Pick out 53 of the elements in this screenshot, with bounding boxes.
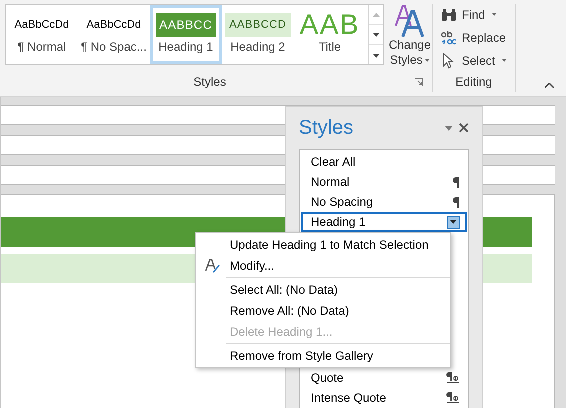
- caret-icon: [450, 220, 457, 224]
- group-label: Editing: [456, 74, 492, 91]
- style-preview: AaBbCcDd: [86, 18, 142, 33]
- dialog-launcher-icon[interactable]: [415, 78, 423, 86]
- editing-button[interactable]: Replace: [440, 28, 515, 47]
- style-gallery-item[interactable]: AaBbCcDd ¶ No Spac...: [78, 5, 150, 64]
- caret-icon: [424, 59, 430, 62]
- dropdown-button[interactable]: [447, 216, 460, 228]
- paragraph-mark-icon: [452, 196, 460, 208]
- style-preview: AaBbCcDd: [14, 18, 70, 33]
- caret-icon: [492, 13, 498, 16]
- editing-button[interactable]: Select: [440, 51, 515, 70]
- caret-up-icon: [372, 12, 380, 16]
- style-list-item[interactable]: Clear All: [301, 152, 467, 172]
- pen-icon: [205, 258, 221, 272]
- group-label: Styles: [192, 74, 228, 91]
- style-preview: AABBCC: [156, 13, 216, 37]
- style-name: Title: [318, 39, 342, 56]
- style-name: ¶ No Spac...: [81, 39, 147, 56]
- menu-item[interactable]: Update Heading 1 to Match Selection: [196, 234, 450, 255]
- linked-style-icon: [446, 392, 460, 404]
- expand-icon: [372, 52, 380, 58]
- style-name: Heading 1: [158, 39, 214, 56]
- style-name: Heading 2: [230, 39, 286, 56]
- caret-icon: [502, 59, 508, 62]
- style-gallery-item[interactable]: AABBCCD Heading 2: [222, 5, 294, 64]
- collapse-ribbon-icon[interactable]: [545, 83, 554, 88]
- close-icon[interactable]: [459, 123, 469, 133]
- menu-item[interactable]: Remove All: (No Data): [196, 300, 450, 321]
- menu-item[interactable]: Remove from Style Gallery: [196, 345, 450, 366]
- style-list-item[interactable]: Quote: [301, 368, 467, 388]
- style-list-item[interactable]: Intense Quote: [301, 388, 467, 408]
- style-preview: AABBCCD: [225, 13, 291, 37]
- linked-style-icon: [446, 372, 460, 384]
- style-gallery-item[interactable]: AAB Title: [294, 5, 366, 64]
- style-list-item[interactable]: No Spacing: [301, 192, 467, 212]
- replace-icon: [441, 30, 457, 46]
- editing-button[interactable]: Find: [440, 5, 515, 24]
- style-gallery-item[interactable]: AABBCC Heading 1: [150, 5, 222, 64]
- style-list-item[interactable]: Heading 1: [301, 212, 467, 232]
- style-preview: AAB: [300, 13, 360, 37]
- style-list-item[interactable]: Normal: [301, 172, 467, 192]
- style-gallery-item[interactable]: AaBbCcDd ¶ Normal: [6, 5, 78, 64]
- menu-item[interactable]: Select All: (No Data): [196, 279, 450, 300]
- change-styles-button[interactable]: Change Styles: [388, 4, 432, 68]
- menu-item[interactable]: Modify...: [196, 255, 450, 276]
- style-name: ¶ Normal: [18, 39, 66, 56]
- paragraph-mark-icon: [452, 176, 460, 188]
- caret-down-icon: [372, 32, 380, 36]
- binoculars-icon: [441, 8, 457, 22]
- letters-icon: [394, 4, 426, 38]
- pane-title: Styles: [299, 116, 354, 141]
- cursor-icon: [443, 52, 455, 68]
